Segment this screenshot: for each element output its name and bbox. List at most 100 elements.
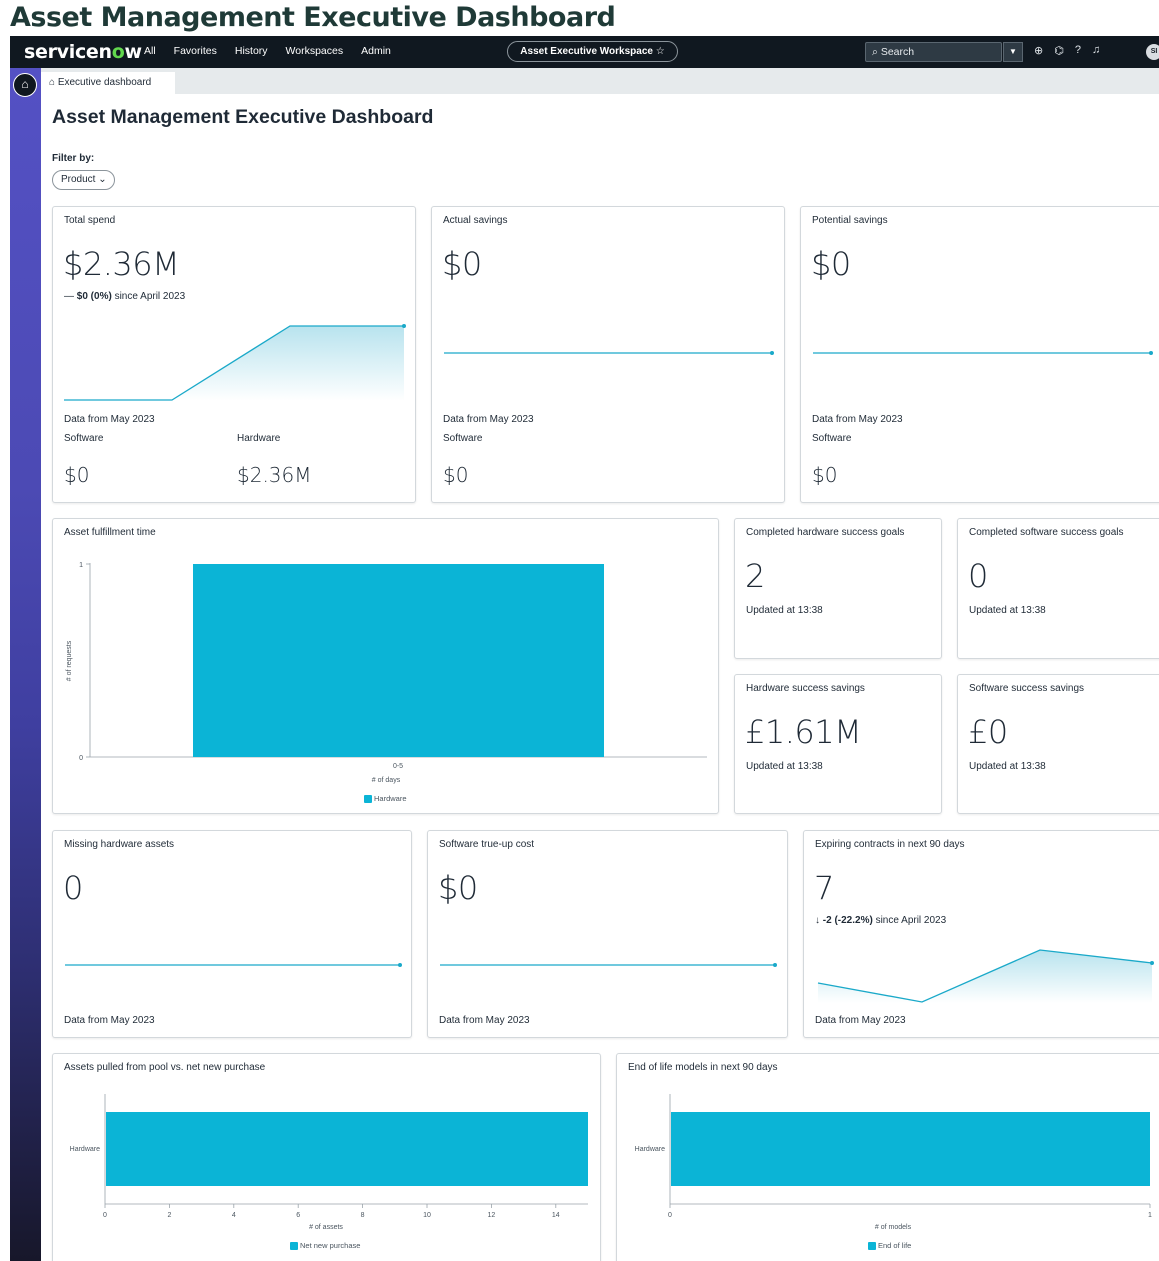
card-title: Completed software success goals [969,527,1124,538]
card-title: Asset fulfillment time [64,527,156,538]
software-value: $0 [443,463,469,487]
nav-item-all[interactable]: All [144,45,156,57]
workspace-selector[interactable]: Asset Executive Workspace ☆ [507,41,678,62]
x-tick-14: 14 [552,1212,560,1219]
x-tick-4: 4 [232,1212,236,1219]
eol-chart: Hardware 0 1 # of models [635,1094,1152,1231]
avatar[interactable]: SI [1146,44,1159,60]
fulfillment-chart: 1 0 # of requests 0-5 # of days [66,562,707,784]
servicenow-logo[interactable]: servicenow [24,41,142,63]
y-axis-label: # of requests [66,640,73,681]
card-end-of-life[interactable]: End of life models in next 90 days Hardw… [616,1053,1159,1261]
updated-label: Updated at 13:38 [746,761,823,772]
legend-end-of-life[interactable]: End of life [868,1241,911,1251]
software-value: $0 [64,463,90,487]
card-sw-success-savings[interactable]: Software success savings £0 Updated at 1… [957,674,1159,814]
data-from-label: Data from May 2023 [64,1015,155,1026]
card-expiring-contracts[interactable]: Expiring contracts in next 90 days 7 ↓ -… [803,830,1159,1038]
chevron-down-icon: ⌄ [98,174,107,185]
expiring-value: 7 [814,869,834,907]
x-tick-0: 0 [668,1212,672,1219]
card-title: Completed hardware success goals [746,527,905,538]
total-spend-value: $2.36M [63,245,180,283]
hw-savings-value: £1.61M [745,713,862,751]
x-tick-12: 12 [488,1212,496,1219]
chat-icon[interactable]: ⌬ [1054,44,1064,57]
nav-item-favorites[interactable]: Favorites [174,45,217,57]
card-title: Missing hardware assets [64,839,175,850]
hw-goals-value: 2 [745,557,765,595]
potential-savings-value: $0 [811,245,851,283]
bar-hardware-0-5 [193,564,604,757]
x-axis-label: # of models [875,1224,912,1231]
card-title: Expiring contracts in next 90 days [815,839,965,850]
nav-item-admin[interactable]: Admin [361,45,391,57]
x-axis-label: # of assets [309,1224,343,1231]
data-from-label: Data from May 2023 [443,414,534,425]
card-total-spend[interactable]: Total spend $2.36M — $0 (0%) since April… [52,206,416,503]
y-tick-0: 0 [79,755,83,762]
card-hw-success-savings[interactable]: Hardware success savings £1.61M Updated … [734,674,942,814]
search-input[interactable]: ⌕ Search [865,42,1002,62]
actual-savings-value: $0 [442,245,482,283]
data-from-label: Data from May 2023 [815,1015,906,1026]
search-scope-dropdown[interactable]: ▼ [1003,42,1023,62]
card-assets-pool[interactable]: Assets pulled from pool vs. net new purc… [52,1053,601,1261]
expiring-sparkline [817,949,1154,1003]
sw-savings-value: £0 [968,713,1008,751]
legend-net-new-purchase[interactable]: Net new purchase [290,1241,360,1251]
updated-label: Updated at 13:38 [969,605,1046,616]
trueup-sparkline [440,963,777,967]
x-axis-label: # of days [372,777,401,784]
filter-label: Filter by: [52,153,95,164]
home-icon[interactable]: ⌂ [13,73,37,97]
hardware-value: $2.36M [237,463,312,487]
total-spend-delta: — $0 (0%) since April 2023 [64,291,186,302]
card-title: Actual savings [443,215,508,226]
card-potential-savings[interactable]: Potential savings $0 Data from May 2023 … [800,206,1159,503]
data-from-label: Data from May 2023 [64,414,155,425]
x-tick-6: 6 [296,1212,300,1219]
y-tick-hardware: Hardware [70,1146,100,1153]
software-label: Software [64,433,104,444]
nav-item-history[interactable]: History [235,45,268,57]
software-label: Software [443,433,483,444]
page-title: Asset Management Executive Dashboard [52,106,434,128]
trueup-value: $0 [438,869,478,907]
card-sw-success-goals[interactable]: Completed software success goals 0 Updat… [957,518,1159,659]
tab-executive-dashboard[interactable]: ⌂ Executive dashboard [41,72,175,94]
updated-label: Updated at 13:38 [746,605,823,616]
actual-savings-sparkline [444,351,774,355]
card-missing-hardware[interactable]: Missing hardware assets 0 Data from May … [52,830,412,1038]
updated-label: Updated at 13:38 [969,761,1046,772]
globe-icon[interactable]: ⊕ [1034,44,1043,57]
y-tick-hardware: Hardware [635,1146,665,1153]
y-tick-1: 1 [79,562,83,569]
card-asset-fulfillment[interactable]: Asset fulfillment time 1 0 # of requests… [52,518,719,814]
expiring-delta: ↓ -2 (-22.2%) since April 2023 [815,915,947,926]
x-tick-1: 1 [1148,1212,1152,1219]
card-title: End of life models in next 90 days [628,1062,778,1073]
hardware-label: Hardware [237,433,281,444]
data-from-label: Data from May 2023 [812,414,903,425]
nav-item-workspaces[interactable]: Workspaces [286,45,344,57]
arrow-down-icon: ↓ [815,915,820,926]
total-spend-sparkline [64,324,406,401]
card-actual-savings[interactable]: Actual savings $0 Data from May 2023 Sof… [431,206,785,503]
x-tick-10: 10 [423,1212,431,1219]
card-title: Potential savings [812,215,888,226]
card-hw-success-goals[interactable]: Completed hardware success goals 2 Updat… [734,518,942,659]
x-tick-2: 2 [167,1212,171,1219]
bell-icon[interactable]: ♫ [1092,44,1100,57]
pool-chart: Hardware 0 2 4 6 8 10 12 14 # of assets [70,1094,588,1231]
card-title: Software true-up cost [439,839,535,850]
help-icon[interactable]: ? [1075,44,1081,57]
card-software-trueup[interactable]: Software true-up cost $0 Data from May 2… [427,830,788,1038]
legend-hardware[interactable]: Hardware [364,794,407,804]
page-banner-title: Asset Management Executive Dashboard [10,2,616,33]
product-filter[interactable]: Product ⌄ [52,170,115,190]
bar-hardware-end-of-life [671,1112,1150,1186]
missing-hw-sparkline [65,963,402,967]
tab-strip: ⌂ Executive dashboard [41,68,1159,94]
top-navbar: servicenow All Favorites History Workspa… [10,36,1159,68]
